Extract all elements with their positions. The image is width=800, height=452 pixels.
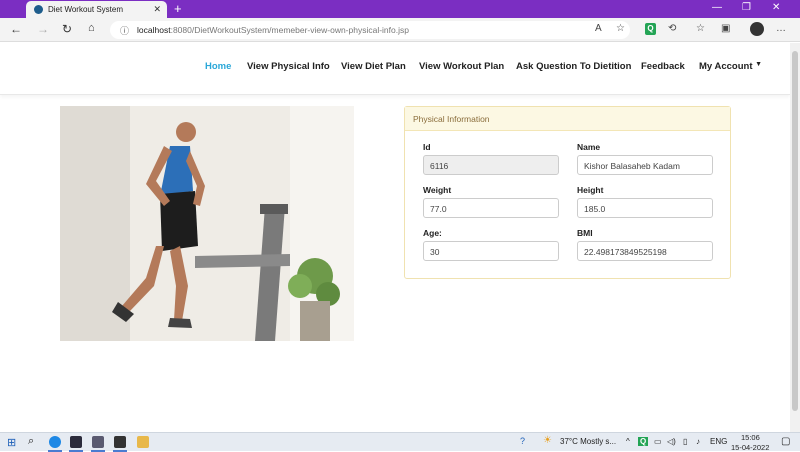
- site-info-icon[interactable]: ⓘ: [120, 24, 129, 37]
- mic-icon[interactable]: ♪: [696, 437, 700, 446]
- extension-q-icon[interactable]: Q: [645, 23, 656, 35]
- scrollbar-thumb[interactable]: [792, 51, 798, 411]
- edge-app-icon[interactable]: [49, 436, 61, 448]
- tab-title: Diet Workout System: [48, 5, 123, 14]
- extensions-icon[interactable]: ⟲: [668, 23, 676, 34]
- minimize-icon[interactable]: —: [712, 2, 722, 13]
- notifications-icon[interactable]: ▢: [781, 436, 790, 447]
- clock-time[interactable]: 15:06: [741, 433, 760, 442]
- browser-tab[interactable]: Diet Workout System ✕: [26, 1, 167, 18]
- file-explorer-icon[interactable]: [137, 436, 149, 448]
- tray-chevron-icon[interactable]: ^: [626, 437, 630, 446]
- treadmill-runner-image: [60, 106, 354, 341]
- page-scrollbar[interactable]: [790, 43, 800, 432]
- profile-avatar[interactable]: [750, 22, 764, 36]
- terminal-app-icon[interactable]: [70, 436, 82, 448]
- collections-icon[interactable]: ☆: [696, 23, 705, 34]
- restore-icon[interactable]: ❐: [742, 2, 751, 13]
- weather-text[interactable]: 37°C Mostly s...: [560, 437, 616, 446]
- cmd-app-icon[interactable]: [114, 436, 126, 448]
- site-navbar: Home View Physical Info View Diet Plan V…: [0, 43, 790, 95]
- app-icon[interactable]: [92, 436, 104, 448]
- age-label: Age:: [423, 228, 442, 238]
- site-favicon-icon: [34, 5, 43, 14]
- address-bar[interactable]: ⓘ localhost :8080/DietWorkoutSystem/meme…: [110, 21, 630, 39]
- back-icon[interactable]: ←: [10, 22, 22, 36]
- panel-title: Physical Information: [405, 107, 730, 131]
- refresh-icon[interactable]: ↻: [62, 22, 72, 36]
- caret-down-icon: ▼: [755, 61, 763, 68]
- tab-close-icon[interactable]: ✕: [153, 4, 161, 15]
- nav-my-account-label: My Account: [699, 61, 753, 72]
- nav-view-diet-plan[interactable]: View Diet Plan: [341, 61, 406, 72]
- language-indicator[interactable]: ENG: [710, 437, 727, 446]
- tray-app-icon[interactable]: Q: [638, 437, 649, 446]
- nav-home[interactable]: Home: [205, 61, 231, 72]
- weight-label: Weight: [423, 185, 452, 195]
- windows-start-icon[interactable]: ⊞: [7, 436, 16, 449]
- browser-titlebar: Diet Workout System ✕ + — ❐ ✕: [0, 0, 800, 18]
- help-icon[interactable]: ?: [520, 436, 525, 446]
- more-icon[interactable]: …: [776, 23, 786, 34]
- collections-icon[interactable]: ▣: [721, 23, 730, 34]
- nav-view-physical-info[interactable]: View Physical Info: [247, 61, 330, 72]
- nav-ask-question[interactable]: Ask Question To Dietition: [516, 61, 631, 72]
- bmi-label: BMI: [577, 228, 593, 238]
- height-label: Height: [577, 185, 604, 195]
- id-label: Id: [423, 142, 431, 152]
- volume-icon[interactable]: ◁): [667, 437, 676, 446]
- physical-info-panel: Physical Information Id 6116 Name Kishor…: [404, 106, 731, 279]
- workout-photo: [60, 106, 354, 341]
- url-host: localhost: [137, 25, 171, 35]
- height-field[interactable]: 185.0: [577, 198, 713, 218]
- search-icon[interactable]: ⌕: [28, 435, 34, 448]
- nav-view-workout-plan[interactable]: View Workout Plan: [419, 61, 504, 72]
- os-taskbar: ⊞ ⌕ ? ☀ 37°C Mostly s... ^ Q ▭ ◁) ▯ ♪ EN…: [0, 432, 800, 452]
- nav-my-account[interactable]: My Account ▼: [699, 61, 762, 72]
- bmi-field[interactable]: 22.498173849525198: [577, 241, 713, 261]
- read-aloud-icon[interactable]: A: [595, 23, 602, 34]
- forward-icon[interactable]: →: [37, 22, 49, 36]
- name-field[interactable]: Kishor Balasaheb Kadam: [577, 155, 713, 175]
- id-field[interactable]: 6116: [423, 155, 559, 175]
- weight-field[interactable]: 77.0: [423, 198, 559, 218]
- network-icon[interactable]: ▭: [654, 437, 662, 446]
- name-label: Name: [577, 142, 601, 152]
- address-toolbar: ← → ↻ ⌂ ⓘ localhost :8080/DietWorkoutSys…: [0, 18, 800, 42]
- weather-icon: ☀: [543, 435, 552, 446]
- battery-icon[interactable]: ▯: [683, 437, 687, 446]
- new-tab-button[interactable]: +: [174, 1, 182, 16]
- favorite-icon[interactable]: ☆: [616, 23, 625, 34]
- url-path: :8080/DietWorkoutSystem/memeber-view-own…: [170, 25, 409, 35]
- close-window-icon[interactable]: ✕: [772, 2, 780, 13]
- home-icon[interactable]: ⌂: [88, 22, 95, 34]
- age-field[interactable]: 30: [423, 241, 559, 261]
- page-content: Home View Physical Info View Diet Plan V…: [0, 43, 790, 432]
- nav-feedback[interactable]: Feedback: [641, 61, 685, 72]
